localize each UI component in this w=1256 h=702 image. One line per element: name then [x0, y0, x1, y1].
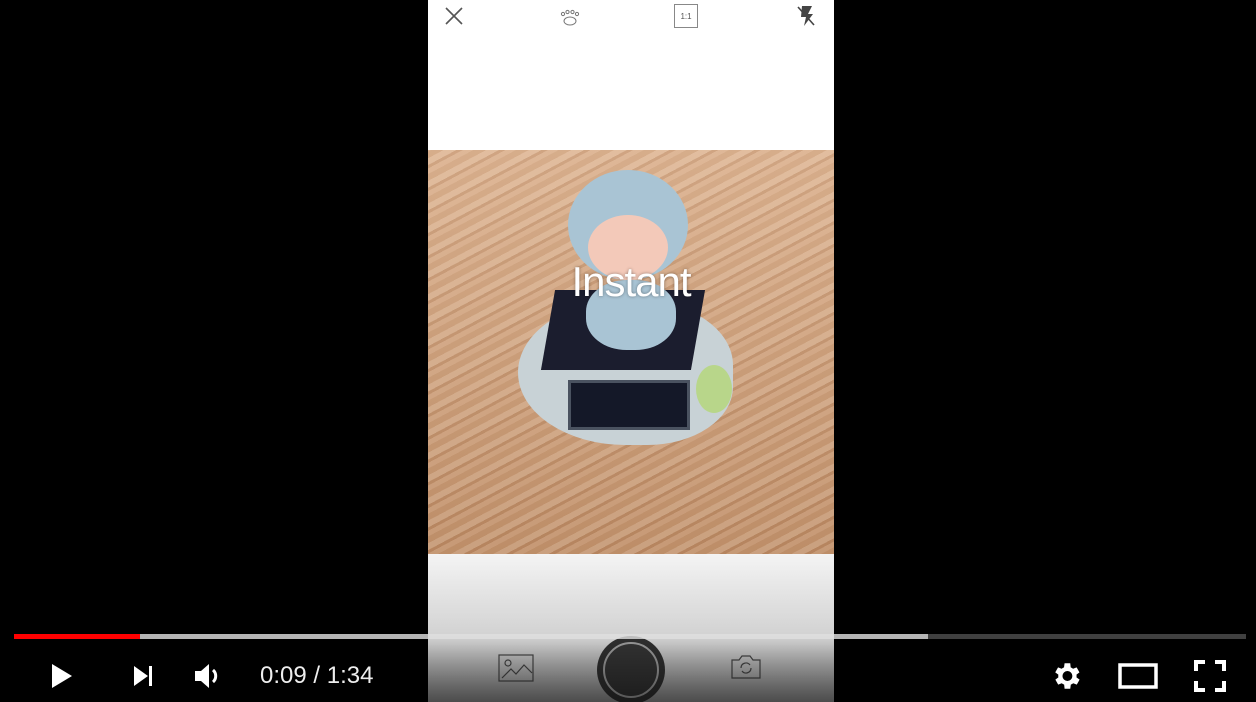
theater-mode-icon	[1118, 663, 1158, 689]
paw-icon	[560, 9, 580, 26]
next-icon	[134, 666, 152, 686]
video-frame: 1:1 Instant	[428, 0, 834, 702]
theater-mode-button[interactable]	[1118, 656, 1158, 696]
leaf	[696, 365, 732, 413]
volume-button[interactable]	[188, 656, 228, 696]
close-icon	[445, 7, 463, 25]
aspect-ratio-icon: 1:1	[674, 4, 698, 28]
played-bar	[14, 634, 140, 639]
play-icon	[52, 664, 72, 688]
buffered-bar	[14, 634, 929, 639]
settings-button[interactable]	[1046, 656, 1086, 696]
play-button[interactable]	[40, 656, 80, 696]
progress-bar[interactable]	[14, 634, 1246, 639]
flash-off-icon	[797, 6, 815, 26]
next-button[interactable]	[122, 656, 162, 696]
settings-icon	[1055, 663, 1080, 689]
filter-name-overlay: Instant	[571, 258, 691, 305]
volume-icon	[195, 664, 218, 688]
solar-panel	[568, 380, 690, 430]
camera-preview	[428, 150, 834, 554]
fullscreen-button[interactable]	[1190, 656, 1230, 696]
fullscreen-icon	[1194, 660, 1226, 692]
time-display: 0:09 / 1:34	[260, 662, 374, 689]
